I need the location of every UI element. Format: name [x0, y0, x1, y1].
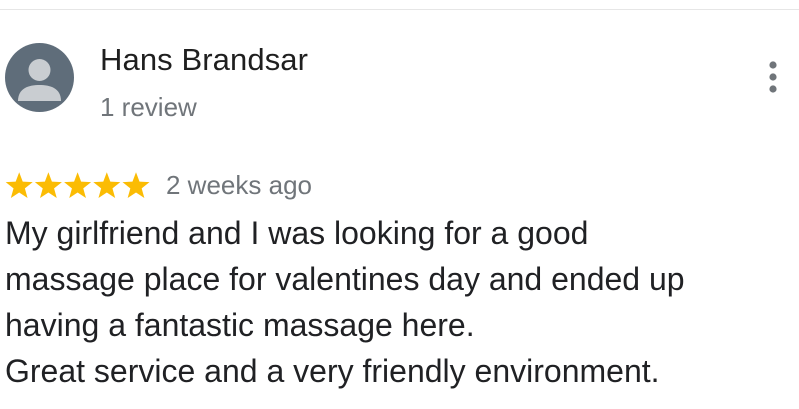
person-icon [18, 59, 61, 101]
review-text: My girlfriend and I was looking for a go… [5, 210, 785, 394]
stars-svg [5, 172, 150, 198]
star-icon [93, 172, 121, 198]
star-icon [122, 172, 150, 198]
review-text-line: massage place for valentines day and end… [5, 261, 685, 297]
review-text-line: Great service and a very friendly enviro… [5, 353, 660, 389]
more-vert-icon [769, 61, 777, 93]
author-name[interactable]: Hans Brandsar [100, 42, 308, 78]
more-options-button[interactable] [758, 58, 788, 98]
star-icon [64, 172, 92, 198]
star-icon [34, 172, 62, 198]
review-text-line: having a fantastic massage here. [5, 307, 475, 343]
top-divider [0, 9, 799, 10]
review-count: 1 review [100, 92, 197, 122]
star-rating [5, 170, 155, 202]
review-text-line: My girlfriend and I was looking for a go… [5, 215, 589, 251]
avatar[interactable] [5, 43, 74, 112]
review-date: 2 weeks ago [166, 170, 312, 200]
star-icon [5, 172, 33, 198]
